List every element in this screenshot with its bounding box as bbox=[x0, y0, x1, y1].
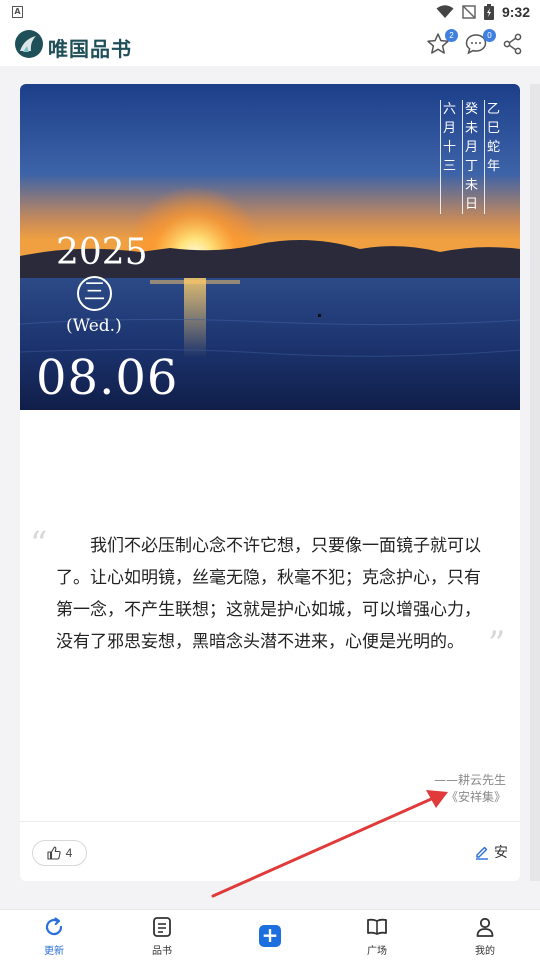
quote-attribution: ——耕云先生 《安祥集》 bbox=[434, 772, 506, 806]
source-book: 《安祥集》 bbox=[445, 790, 506, 804]
share-icon bbox=[503, 33, 522, 55]
edit-label: 安 bbox=[494, 845, 508, 861]
app-logo-icon bbox=[15, 30, 43, 58]
battery-charging-icon bbox=[483, 4, 494, 20]
nav-me[interactable]: 我的 bbox=[455, 916, 515, 960]
app-notification-icon: A bbox=[12, 6, 23, 18]
book-list-icon bbox=[153, 917, 171, 937]
open-book-icon bbox=[367, 918, 387, 935]
close-quote-mark: ” bbox=[488, 624, 506, 664]
status-time: 9:32 bbox=[501, 4, 530, 20]
quote-text: 我们不必压制心念不许它想，只要像一面镜子就可以了。让心如明镜，丝毫无隐，秋毫不犯… bbox=[56, 536, 481, 652]
no-signal-icon bbox=[462, 5, 476, 19]
like-count: 4 bbox=[65, 846, 73, 860]
lunar-month-day: 癸未月丁未日 bbox=[462, 100, 478, 214]
thumbs-up-icon bbox=[47, 846, 61, 860]
app-header: 唯国品书 2 0 bbox=[0, 24, 540, 66]
nav-update-label: 更新 bbox=[44, 946, 64, 957]
wifi-icon bbox=[436, 5, 454, 18]
favorites-button[interactable]: 2 bbox=[426, 29, 458, 58]
daily-quote-card[interactable]: 乙巳蛇年 癸未月丁未日 六月十三 2025 三 (Wed.) 08.06 “ 我… bbox=[20, 84, 520, 881]
nav-update[interactable]: 更新 bbox=[24, 916, 84, 960]
author-name: ——耕云先生 bbox=[433, 773, 506, 787]
lunar-date: 六月十三 bbox=[440, 100, 456, 214]
nav-square[interactable]: 广场 bbox=[347, 916, 407, 960]
like-button[interactable]: 4 bbox=[32, 840, 87, 866]
status-icons: 9:32 bbox=[436, 3, 530, 21]
favorites-badge: 2 bbox=[445, 29, 458, 42]
app-title: 唯国品书 bbox=[48, 37, 132, 61]
nav-square-label: 广场 bbox=[367, 946, 387, 957]
open-quote-mark: “ bbox=[30, 524, 48, 564]
year-text: 2025 bbox=[56, 232, 148, 273]
bottom-nav: 更新 品书 + 广场 我的 bbox=[0, 909, 540, 960]
person-icon bbox=[476, 917, 494, 937]
date-text: 08.06 bbox=[36, 350, 179, 406]
lunar-calendar: 乙巳蛇年 癸未月丁未日 六月十三 bbox=[440, 100, 500, 214]
edit-button[interactable]: 安 bbox=[474, 842, 508, 862]
plus-icon: + bbox=[259, 925, 281, 947]
pencil-icon bbox=[476, 846, 488, 860]
lunar-year: 乙巳蛇年 bbox=[484, 100, 500, 214]
next-card-peek[interactable] bbox=[530, 84, 540, 881]
nav-me-label: 我的 bbox=[475, 946, 495, 957]
add-button[interactable]: + bbox=[249, 915, 291, 957]
sunset-photo: 乙巳蛇年 癸未月丁未日 六月十三 2025 三 (Wed.) 08.06 bbox=[20, 84, 520, 410]
messages-button[interactable]: 0 bbox=[464, 29, 496, 58]
refresh-icon bbox=[45, 917, 63, 936]
share-button[interactable] bbox=[502, 33, 528, 59]
weekday-en-text: (Wed.) bbox=[66, 316, 122, 336]
messages-badge: 0 bbox=[483, 29, 496, 42]
weekday-cn-badge: 三 bbox=[77, 276, 112, 311]
status-bar: A 9:32 bbox=[0, 0, 540, 24]
card-footer: 4 安 bbox=[20, 821, 520, 881]
nav-books[interactable]: 品书 bbox=[132, 916, 192, 960]
nav-books-label: 品书 bbox=[152, 946, 172, 957]
